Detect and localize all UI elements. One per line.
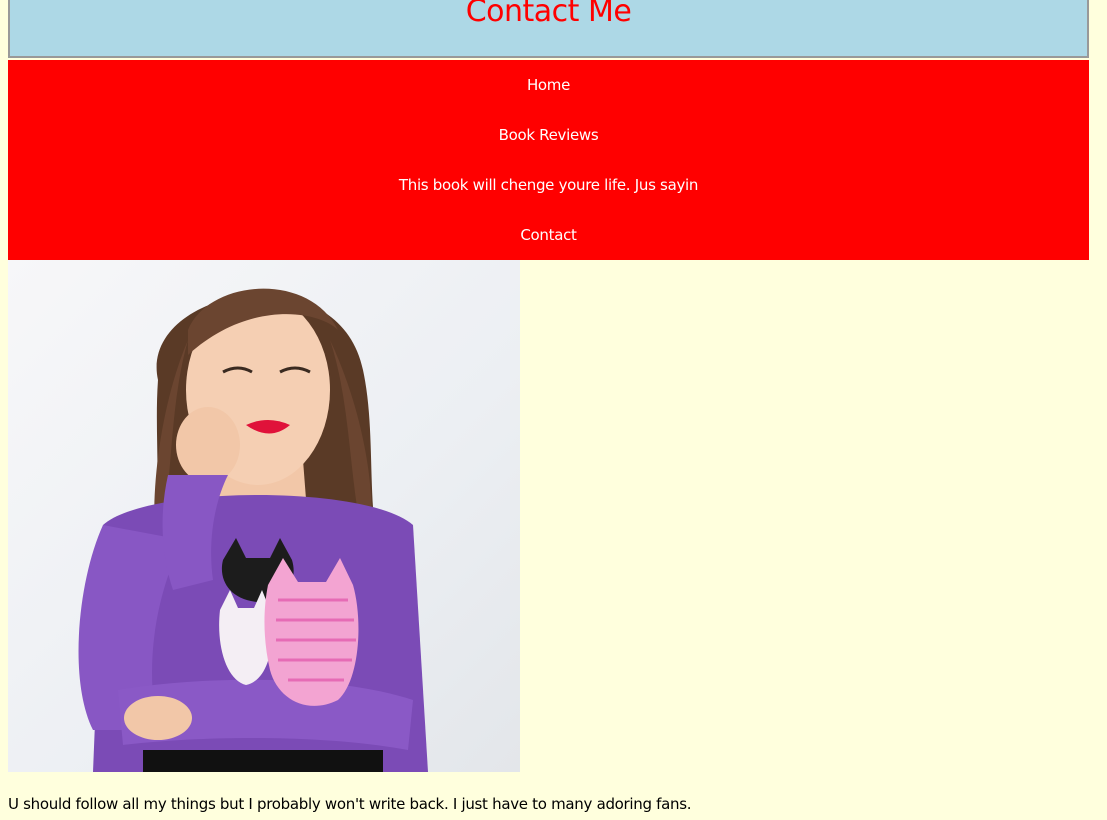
nav-link-home[interactable]: Home [8, 60, 1089, 110]
nav-link-contact[interactable]: Contact [8, 210, 1089, 260]
nav-link-this-book[interactable]: This book will chenge youre life. Jus sa… [8, 160, 1089, 210]
contact-message: U should follow all my things but I prob… [8, 795, 692, 813]
profile-photo-illustration [78, 288, 428, 772]
profile-photo [8, 260, 520, 772]
main-nav: Home Book Reviews This book will chenge … [8, 60, 1089, 260]
page-header: Contact Me [8, 0, 1089, 58]
page-title: Contact Me [465, 0, 632, 29]
nav-link-book-reviews[interactable]: Book Reviews [8, 110, 1089, 160]
